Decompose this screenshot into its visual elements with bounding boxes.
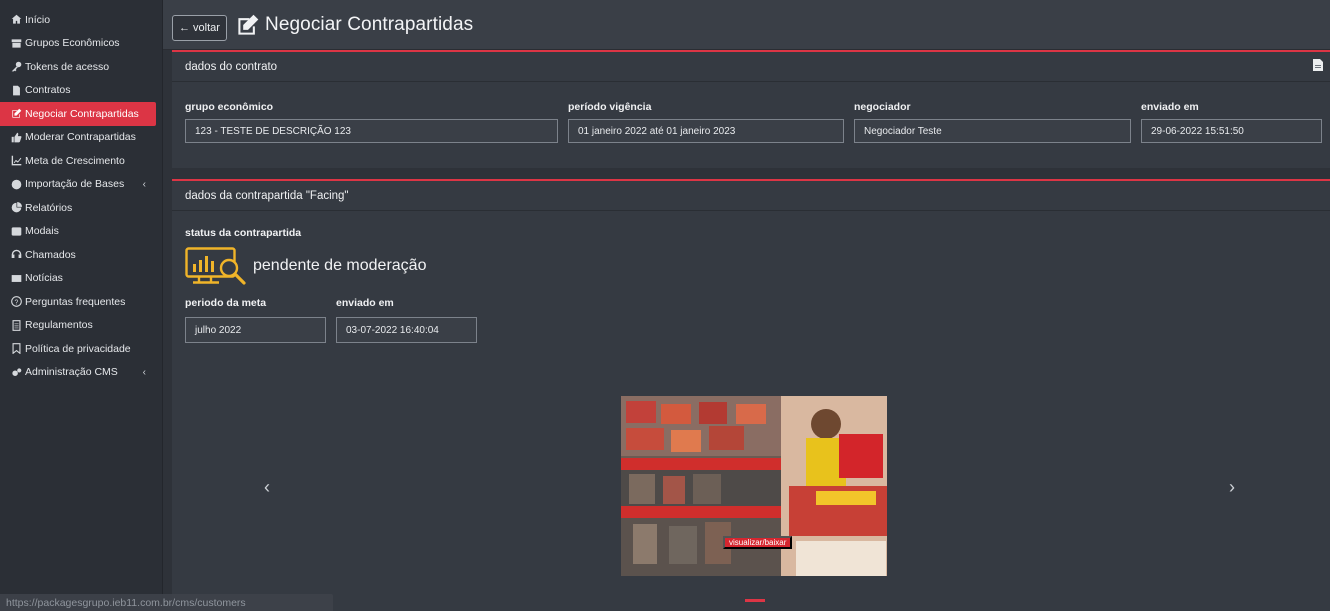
sidebar-item-meta[interactable]: Meta de Crescimento xyxy=(0,149,162,173)
sidebar-item-chamados[interactable]: Chamados xyxy=(0,243,162,267)
sidebar-item-tokens[interactable]: Tokens de acesso xyxy=(0,55,162,79)
home-icon xyxy=(10,14,22,26)
negociador-field[interactable]: Negociador Teste xyxy=(854,119,1131,143)
sidebar-item-label: Contratos xyxy=(25,84,71,97)
sidebar-item-politica[interactable]: Política de privacidade xyxy=(0,337,162,361)
page-header: ← voltar Negociar Contrapartidas xyxy=(163,0,1330,50)
arrow-left-icon: ← xyxy=(179,22,191,34)
carousel-next-icon[interactable]: › xyxy=(1229,477,1235,498)
sidebar-item-label: Perguntas frequentes xyxy=(25,295,126,308)
status-label: status da contrapartida xyxy=(185,227,302,239)
thumbs-up-icon xyxy=(10,131,22,143)
sidebar-item-modais[interactable]: Modais xyxy=(0,220,162,244)
sidebar-item-label: Moderar Contrapartidas xyxy=(25,131,136,144)
sidebar-item-label: Notícias xyxy=(25,272,63,285)
sidebar-item-relatorios[interactable]: Relatórios xyxy=(0,196,162,220)
pie-chart-icon xyxy=(10,202,22,214)
document-icon xyxy=(10,319,22,331)
pdf-icon[interactable] xyxy=(1313,59,1323,71)
carousel-indicator[interactable] xyxy=(745,599,765,602)
sidebar-item-regulamentos[interactable]: Regulamentos xyxy=(0,314,162,338)
enviado-label: enviado em xyxy=(1141,101,1199,113)
counterpart-card-heading: dados da contrapartida "Facing" xyxy=(172,181,1330,211)
page-title: Negociar Contrapartidas xyxy=(265,14,474,35)
sidebar-item-perguntas[interactable]: ? Perguntas frequentes xyxy=(0,290,162,314)
grupo-label: grupo econômico xyxy=(185,101,274,113)
status-text: pendente de moderação xyxy=(253,257,427,274)
counterpart-photo[interactable]: visualizar/baixar xyxy=(621,396,887,576)
negociador-label: negociador xyxy=(854,101,911,113)
status-bar-url: https://packagesgrupo.ieb11.com.br/cms/c… xyxy=(0,594,333,611)
sidebar-item-label: Administração CMS xyxy=(25,366,118,379)
sidebar-item-label: Tokens de acesso xyxy=(25,60,110,73)
sidebar-item-label: Regulamentos xyxy=(25,319,93,332)
sidebar-item-negociar[interactable]: Negociar Contrapartidas xyxy=(0,102,156,126)
file-icon xyxy=(10,84,22,96)
cp-enviado-field[interactable]: 03-07-2022 16:40:04 xyxy=(336,317,477,343)
chart-line-icon xyxy=(10,155,22,167)
sidebar-item-label: Modais xyxy=(25,225,59,238)
sidebar-item-label: Relatórios xyxy=(25,201,73,214)
chevron-left-icon: ‹ xyxy=(142,366,146,378)
sidebar-item-label: Importação de Bases xyxy=(25,178,125,191)
chevron-left-icon: ‹ xyxy=(142,178,146,190)
sidebar-item-label: Início xyxy=(25,13,51,26)
back-button[interactable]: ← voltar xyxy=(172,15,227,41)
grupo-field[interactable]: 123 - TESTE DE DESCRIÇÃO 123 xyxy=(185,119,558,143)
edit-icon xyxy=(10,108,22,120)
sidebar-item-label: Negociar Contrapartidas xyxy=(25,107,139,120)
sidebar-item-noticias[interactable]: Notícias xyxy=(0,267,162,291)
contract-card-heading: dados do contrato xyxy=(172,52,1330,82)
newspaper-icon xyxy=(10,272,22,284)
periodo-label: período vigência xyxy=(568,101,652,113)
back-button-label: voltar xyxy=(193,22,220,34)
question-circle-icon: ? xyxy=(10,296,22,308)
key-icon xyxy=(10,61,22,73)
sidebar-item-contratos[interactable]: Contratos xyxy=(0,79,162,103)
sidebar-item-label: Chamados xyxy=(25,248,76,261)
page-title-wrap: Negociar Contrapartidas xyxy=(237,14,473,36)
window-icon xyxy=(10,225,22,237)
enviado-field[interactable]: 29-06-2022 15:51:50 xyxy=(1141,119,1322,143)
headset-icon xyxy=(10,249,22,261)
sidebar-item-label: Meta de Crescimento xyxy=(25,154,125,167)
sidebar-list: Início Grupos Econômicos Tokens de acess… xyxy=(0,0,162,384)
sidebar-item-label: Grupos Econômicos xyxy=(25,37,120,50)
sidebar-item-label: Política de privacidade xyxy=(25,342,131,355)
carousel-prev-icon[interactable]: ‹ xyxy=(264,477,270,498)
periodo-meta-label: periodo da meta xyxy=(185,297,267,309)
sidebar: Início Grupos Econômicos Tokens de acess… xyxy=(0,0,163,611)
counterpart-card: dados da contrapartida "Facing" status d… xyxy=(172,179,1330,611)
sidebar-item-importacao[interactable]: Importação de Bases ‹ xyxy=(0,173,162,197)
archive-icon xyxy=(10,37,22,49)
sidebar-item-inicio[interactable]: Início xyxy=(0,8,162,32)
monitor-analysis-icon xyxy=(185,247,246,285)
contract-card: dados do contrato grupo econômico 123 - … xyxy=(172,50,1330,168)
svg-text:?: ? xyxy=(14,300,18,307)
upload-circle-icon xyxy=(10,178,22,190)
sidebar-item-grupos[interactable]: Grupos Econômicos xyxy=(0,32,162,56)
download-button[interactable]: visualizar/baixar xyxy=(723,536,793,549)
store-shelf-photo xyxy=(621,396,887,576)
bookmark-icon xyxy=(10,343,22,355)
periodo-meta-field[interactable]: julho 2022 xyxy=(185,317,326,343)
cogs-icon xyxy=(10,366,22,378)
edit-icon xyxy=(238,14,259,35)
periodo-field[interactable]: 01 janeiro 2022 até 01 janeiro 2023 xyxy=(568,119,844,143)
sidebar-item-admin-cms[interactable]: Administração CMS ‹ xyxy=(0,361,162,385)
main-content: ← voltar Negociar Contrapartidas dados d… xyxy=(163,0,1330,611)
cp-enviado-label: enviado em xyxy=(336,297,394,309)
sidebar-item-moderar[interactable]: Moderar Contrapartidas xyxy=(0,126,162,150)
